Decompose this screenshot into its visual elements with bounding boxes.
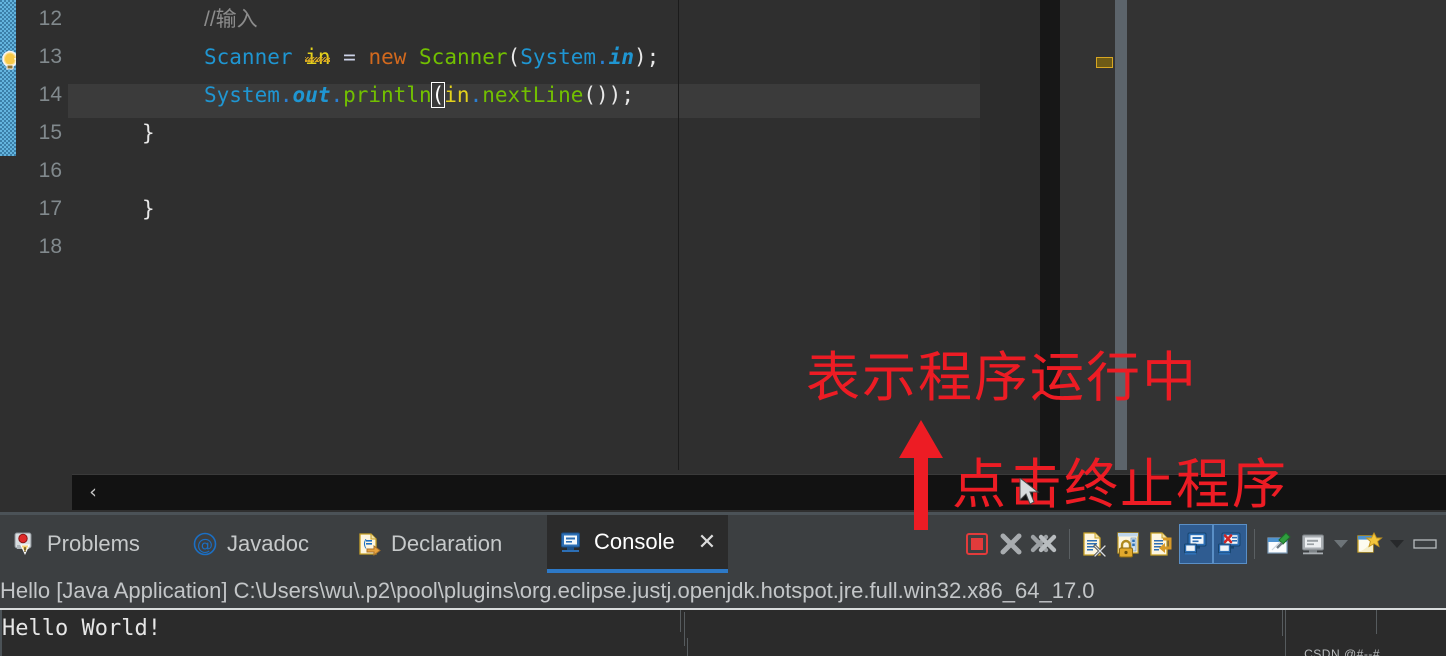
clear-console-button[interactable] bbox=[1077, 524, 1111, 564]
show-console-on-output-button[interactable] bbox=[1179, 524, 1213, 564]
tab-label: Javadoc bbox=[227, 531, 309, 556]
code-token: . bbox=[596, 45, 609, 69]
show-console-on-error-button[interactable] bbox=[1213, 524, 1247, 564]
scroll-lock-button[interactable] bbox=[1111, 524, 1145, 564]
code-token: ( bbox=[507, 45, 521, 69]
console-artifact bbox=[684, 612, 685, 646]
code-token: } bbox=[142, 197, 155, 221]
console-toolbar bbox=[960, 515, 1442, 573]
close-icon[interactable]: ✕ bbox=[698, 530, 716, 555]
code-line[interactable]: } bbox=[142, 114, 155, 152]
code-line[interactable]: System.out.println(in.nextLine()); bbox=[204, 76, 634, 114]
change-annotation-bar bbox=[0, 0, 16, 156]
svg-text:@: @ bbox=[197, 535, 213, 554]
console-launch-header: Hello [Java Application] C:\Users\wu\.p2… bbox=[0, 573, 1446, 609]
code-line[interactable]: } bbox=[142, 190, 155, 228]
problems-icon bbox=[12, 531, 38, 557]
console-artifact bbox=[1282, 610, 1283, 636]
code-token: . bbox=[279, 83, 293, 107]
tab-label: Console bbox=[594, 529, 675, 554]
code-token: in bbox=[608, 45, 635, 69]
tab-problems[interactable]: Problems bbox=[0, 515, 152, 573]
code-token: ()); bbox=[583, 83, 634, 107]
java-editor[interactable]: 12 13 14 15 16 17 18 //输入 Scanner in = new Scan… bbox=[0, 0, 1446, 470]
line-number: 17 bbox=[38, 197, 62, 220]
remove-all-terminated-button[interactable] bbox=[1028, 524, 1062, 564]
console-output-text: Hello World! bbox=[2, 616, 161, 641]
console-output-area[interactable]: Hello World! CSDN @#--# bbox=[0, 610, 1446, 656]
code-token: . bbox=[330, 83, 344, 107]
open-console-caret-icon[interactable] bbox=[1386, 539, 1408, 549]
tab-javadoc[interactable]: @ Javadoc bbox=[180, 515, 321, 573]
code-token: ( bbox=[430, 82, 446, 108]
code-token: Scanner bbox=[419, 45, 508, 69]
tab-label: Problems bbox=[47, 531, 140, 556]
remove-launch-button[interactable] bbox=[994, 524, 1028, 564]
annotation-click-terminate: 点击终止程序 bbox=[952, 455, 1288, 515]
code-token: out bbox=[292, 83, 331, 107]
code-token: = bbox=[343, 45, 356, 69]
line-number: 12 bbox=[38, 7, 62, 30]
terminate-button[interactable] bbox=[960, 524, 994, 564]
code-token: in bbox=[444, 83, 470, 107]
code-token: } bbox=[142, 121, 155, 145]
toolbar-separator bbox=[1069, 529, 1070, 559]
mouse-cursor-icon bbox=[1019, 478, 1040, 505]
code-line[interactable]: Scanner in = new Scanner(System.in); bbox=[204, 38, 659, 76]
annotation-program-running: 表示程序运行中 bbox=[806, 348, 1198, 408]
code-token: new bbox=[368, 45, 407, 69]
line-number: 16 bbox=[38, 159, 62, 182]
console-artifact bbox=[687, 638, 688, 656]
open-console-button[interactable] bbox=[1352, 524, 1386, 564]
javadoc-at-icon: @ bbox=[192, 531, 218, 557]
declaration-icon: ( bbox=[356, 531, 382, 557]
word-wrap-button[interactable] bbox=[1145, 524, 1179, 564]
toolbar-separator-2 bbox=[1254, 529, 1255, 559]
bottom-view-panel: Problems @ Javadoc (Declaration Console… bbox=[0, 515, 1446, 656]
code-token: System bbox=[520, 45, 597, 69]
console-artifact bbox=[1285, 610, 1286, 656]
code-token: //输入 bbox=[204, 8, 258, 31]
tab-label: Declaration bbox=[391, 531, 503, 556]
tab-console[interactable]: Console ✕ bbox=[547, 515, 729, 573]
display-selected-console-caret-icon[interactable] bbox=[1330, 539, 1352, 549]
code-token: Scanner bbox=[204, 45, 293, 69]
warning-marker[interactable] bbox=[1096, 57, 1113, 68]
line-number: 15 bbox=[38, 121, 62, 144]
console-artifact bbox=[1376, 610, 1377, 634]
view-menu-button[interactable] bbox=[1408, 524, 1442, 564]
up-arrow-annotation bbox=[899, 420, 943, 530]
scroll-left-chevron-icon[interactable]: ‹ bbox=[80, 478, 106, 506]
code-token: nextLine bbox=[482, 83, 584, 107]
csdn-watermark: CSDN @#--# bbox=[1304, 647, 1380, 656]
code-token: . bbox=[469, 83, 483, 107]
tab-declaration[interactable]: ( Declaration bbox=[344, 515, 514, 573]
code-token: System bbox=[204, 83, 280, 107]
line-number: 18 bbox=[38, 235, 62, 258]
code-line[interactable]: //输入 bbox=[204, 0, 258, 38]
code-token: ); bbox=[634, 45, 660, 69]
print-margin-rule bbox=[678, 0, 679, 470]
code-token: println bbox=[343, 83, 432, 107]
code-token: in bbox=[305, 45, 331, 69]
console-artifact bbox=[680, 610, 681, 632]
line-number: 14 bbox=[38, 83, 62, 106]
display-selected-console-button[interactable] bbox=[1296, 524, 1330, 564]
pin-console-button[interactable] bbox=[1262, 524, 1296, 564]
line-number: 13 bbox=[38, 45, 62, 68]
scrollbar-cap bbox=[72, 470, 150, 474]
line-number-gutter: 12 13 14 15 16 17 18 bbox=[16, 0, 68, 470]
eclipse-ide-window: 12 13 14 15 16 17 18 //输入 Scanner in = new Scan… bbox=[0, 0, 1446, 656]
console-left-border bbox=[0, 610, 2, 656]
console-icon bbox=[559, 529, 585, 555]
